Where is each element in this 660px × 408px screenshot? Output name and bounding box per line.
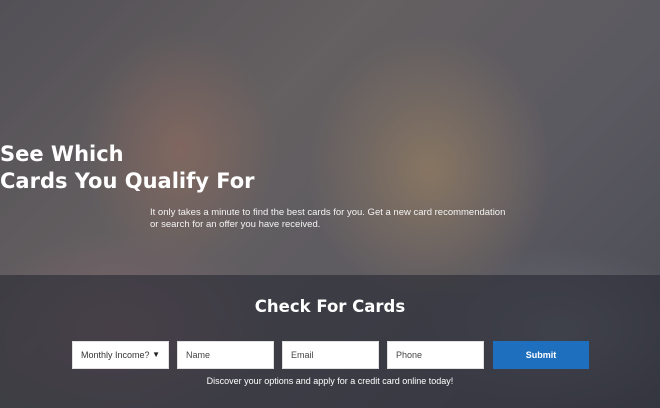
hero-section: See Which Cards You Qualify For It only … [0,0,660,408]
monthly-income-select[interactable]: Monthly Income? ▼ [72,341,169,369]
submit-button[interactable]: Submit [493,341,589,369]
form-footnote: Discover your options and apply for a cr… [206,376,454,386]
hero-subtitle-line-1: It only takes a minute to find the best … [150,207,506,218]
email-field[interactable] [282,341,379,369]
name-input[interactable] [186,343,265,367]
caret-down-icon: ▼ [152,350,160,359]
monthly-income-select-value: Monthly Income? [81,350,150,360]
hero-title-line-2: Cards You Qualify For [0,169,255,193]
hero-subtitle: It only takes a minute to find the best … [150,207,510,231]
hero-subtitle-line-2: or search for an offer you have received… [150,219,321,230]
email-input[interactable] [291,343,370,367]
hero-title: See Which Cards You Qualify For [0,141,660,195]
name-field[interactable] [177,341,274,369]
phone-field[interactable] [387,341,484,369]
hero-title-line-1: See Which [0,142,124,166]
phone-input[interactable] [396,343,475,367]
form-heading: Check For Cards [254,297,406,316]
